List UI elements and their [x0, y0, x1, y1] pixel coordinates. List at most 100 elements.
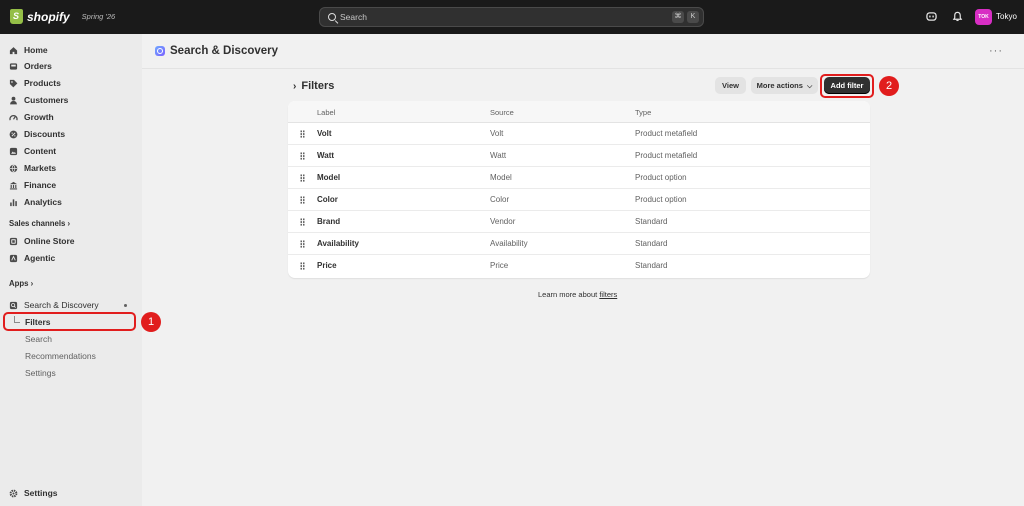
table-row[interactable]: Color Color Product option	[288, 189, 870, 211]
sidebar-item-agentic[interactable]: Agentic	[9, 251, 55, 265]
store-icon	[9, 237, 18, 245]
sidebar-item-label: Search & Discovery	[24, 300, 99, 310]
sidebar-item-label: Finance	[24, 180, 57, 190]
filters-help-link[interactable]: filters	[599, 290, 617, 299]
tag-icon	[9, 79, 18, 87]
add-filter-highlight-callout	[820, 74, 874, 98]
cell-label: Brand	[317, 217, 341, 226]
apps-label: Apps	[9, 279, 29, 288]
gauge-icon	[9, 114, 18, 120]
inbox-icon	[9, 62, 18, 70]
sidebar-item-home[interactable]: Home	[9, 43, 48, 57]
drag-handle-icon[interactable]	[300, 218, 305, 226]
table-row[interactable]: Brand Vendor Standard	[288, 211, 870, 233]
filters-highlight-callout	[3, 312, 136, 331]
cell-source: Watt	[490, 151, 507, 160]
cell-source: Volt	[490, 129, 504, 138]
cell-label: Model	[317, 173, 341, 182]
table-row[interactable]: Model Model Product option	[288, 167, 870, 189]
cell-label: Volt	[317, 129, 332, 138]
sidebar-subitem-recommendations[interactable]: Recommendations	[25, 351, 96, 361]
search-discovery-icon	[9, 301, 18, 309]
view-button[interactable]: View	[715, 77, 746, 94]
sidebar-subitem-search[interactable]: Search	[25, 334, 52, 344]
sidebar-item-products[interactable]: Products	[9, 76, 61, 90]
drag-handle-icon[interactable]	[300, 174, 305, 182]
table-row[interactable]: Availability Availability Standard	[288, 233, 870, 255]
k-key: K	[687, 11, 699, 23]
search-placeholder: Search	[340, 12, 367, 22]
bell-icon[interactable]	[952, 11, 963, 22]
shopify-bag-icon	[10, 9, 23, 24]
sidebar-item-label: Home	[24, 45, 48, 55]
sidebar-item-finance[interactable]: Finance	[9, 178, 56, 192]
chart-icon	[10, 198, 17, 206]
sidebar-item-growth[interactable]: Growth	[9, 110, 54, 124]
sidebar-item-label: Customers	[24, 95, 69, 105]
sidebar-item-online-store[interactable]: Online Store	[9, 234, 75, 248]
cell-source: Model	[490, 173, 512, 182]
cell-label: Color	[317, 195, 338, 204]
drag-handle-icon[interactable]	[300, 262, 305, 270]
drag-handle-icon[interactable]	[300, 240, 305, 248]
cell-type: Product option	[635, 173, 687, 182]
more-actions-button[interactable]: More actions ⌵	[751, 77, 818, 94]
sidebar-item-analytics[interactable]: Analytics	[9, 195, 62, 209]
apps-heading[interactable]: Apps ›	[9, 279, 33, 288]
sales-channels-heading[interactable]: Sales channels ›	[9, 219, 70, 228]
bank-icon	[9, 181, 18, 189]
drag-handle-icon[interactable]	[300, 196, 305, 204]
app-menu-ellipsis-icon[interactable]: ···	[989, 45, 1003, 57]
sidebar-item-label: Growth	[24, 112, 54, 122]
sidebar-item-settings[interactable]: Settings	[9, 486, 58, 500]
table-row[interactable]: Volt Volt Product metafield	[288, 123, 870, 145]
callout-badge-2: 2	[879, 76, 899, 96]
cell-label: Watt	[317, 151, 335, 160]
agentic-icon	[9, 254, 18, 262]
table-row[interactable]: Watt Watt Product metafield	[288, 145, 870, 167]
command-key: ⌘	[672, 11, 684, 23]
table-row[interactable]: Price Price Standard	[288, 255, 870, 277]
sales-channels-label: Sales channels	[9, 219, 66, 228]
filters-table: Label Source Type Volt Volt Product metafi…	[288, 101, 870, 278]
drag-handle-icon[interactable]	[300, 152, 305, 160]
learn-more-prefix: Learn more about	[538, 290, 598, 299]
cell-type: Standard	[635, 261, 668, 270]
store-avatar[interactable]: TOK	[975, 9, 992, 25]
sidebar-item-markets[interactable]: Markets	[9, 161, 56, 175]
cell-type: Standard	[635, 239, 668, 248]
table-header: Label Source Type	[288, 101, 870, 123]
app-title-text: Search & Discovery	[170, 45, 279, 57]
more-actions-label: More actions	[756, 81, 803, 90]
sidebar-item-customers[interactable]: Customers	[9, 93, 68, 107]
cell-label: Price	[317, 261, 337, 270]
chevron-right-icon[interactable]: ›	[293, 81, 296, 92]
search-icon	[328, 13, 336, 21]
sidebar-item-label: Markets	[24, 163, 57, 173]
cell-source: Color	[490, 195, 510, 204]
chevron-right-icon: ›	[30, 279, 34, 288]
sidebar-subitem-settings[interactable]: Settings	[25, 368, 56, 378]
page-header: › Filters	[293, 80, 334, 92]
sidebar-item-orders[interactable]: Orders	[9, 59, 52, 73]
sidekick-icon[interactable]	[926, 11, 937, 22]
chevron-down-icon: ⌵	[807, 83, 813, 90]
sidebar-item-search-discovery[interactable]: Search & Discovery	[9, 298, 99, 312]
column-header-source: Source	[490, 108, 514, 117]
sidebar-item-label: Settings	[24, 488, 58, 498]
cell-label: Availability	[317, 239, 359, 248]
chevron-right-icon: ›	[67, 219, 71, 228]
search-input[interactable]: Search ⌘ K	[319, 7, 704, 27]
shopify-logo[interactable]: shopify Spring '26	[10, 9, 115, 24]
learn-more-text: Learn more about filters	[538, 290, 617, 299]
sidebar-item-content[interactable]: Content	[9, 144, 56, 158]
cell-type: Product option	[635, 195, 687, 204]
drag-handle-icon[interactable]	[300, 130, 305, 138]
sidebar-item-discounts[interactable]: Discounts	[9, 127, 65, 141]
app-title: Search & Discovery	[155, 45, 278, 57]
store-name[interactable]: Tokyo	[996, 12, 1017, 21]
cell-source: Price	[490, 261, 509, 270]
discount-icon	[9, 130, 18, 138]
image-icon	[9, 147, 18, 155]
brand-name: shopify	[27, 9, 70, 24]
